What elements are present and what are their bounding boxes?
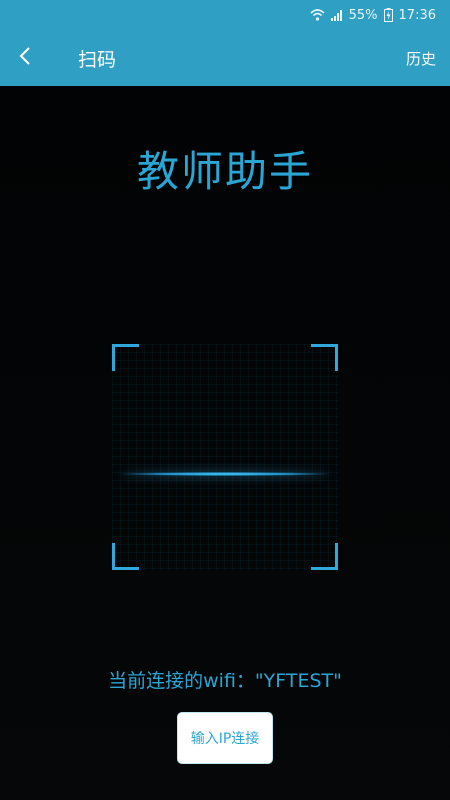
wifi-status-text: 当前连接的wifi："YFTEST" bbox=[108, 670, 342, 692]
back-button[interactable] bbox=[0, 30, 50, 86]
signal-icon bbox=[330, 9, 343, 21]
status-time: 17:36 bbox=[398, 7, 436, 23]
page-title: 扫码 bbox=[78, 48, 117, 71]
history-button[interactable]: 历史 bbox=[406, 48, 450, 69]
scan-line bbox=[120, 472, 330, 476]
app-name-heading: 教师助手 bbox=[136, 147, 313, 196]
wifi-icon bbox=[310, 9, 325, 21]
app-bar: 扫码 历史 bbox=[0, 30, 450, 86]
scan-corner-top-left bbox=[112, 344, 139, 371]
scan-corner-bottom-right bbox=[311, 543, 338, 570]
battery-percent: 55% bbox=[348, 7, 378, 23]
chevron-left-icon bbox=[19, 46, 31, 70]
scan-corner-bottom-left bbox=[112, 543, 139, 570]
battery-charging-icon bbox=[383, 8, 393, 22]
scanner-view: 教师助手 当前连接的wifi："YFTEST" 输入IP连接 bbox=[0, 86, 450, 800]
ip-connect-button[interactable]: 输入IP连接 bbox=[177, 712, 273, 764]
scan-frame bbox=[112, 344, 338, 570]
scan-corner-top-right bbox=[311, 344, 338, 371]
status-bar: 55% 17:36 bbox=[0, 0, 450, 30]
